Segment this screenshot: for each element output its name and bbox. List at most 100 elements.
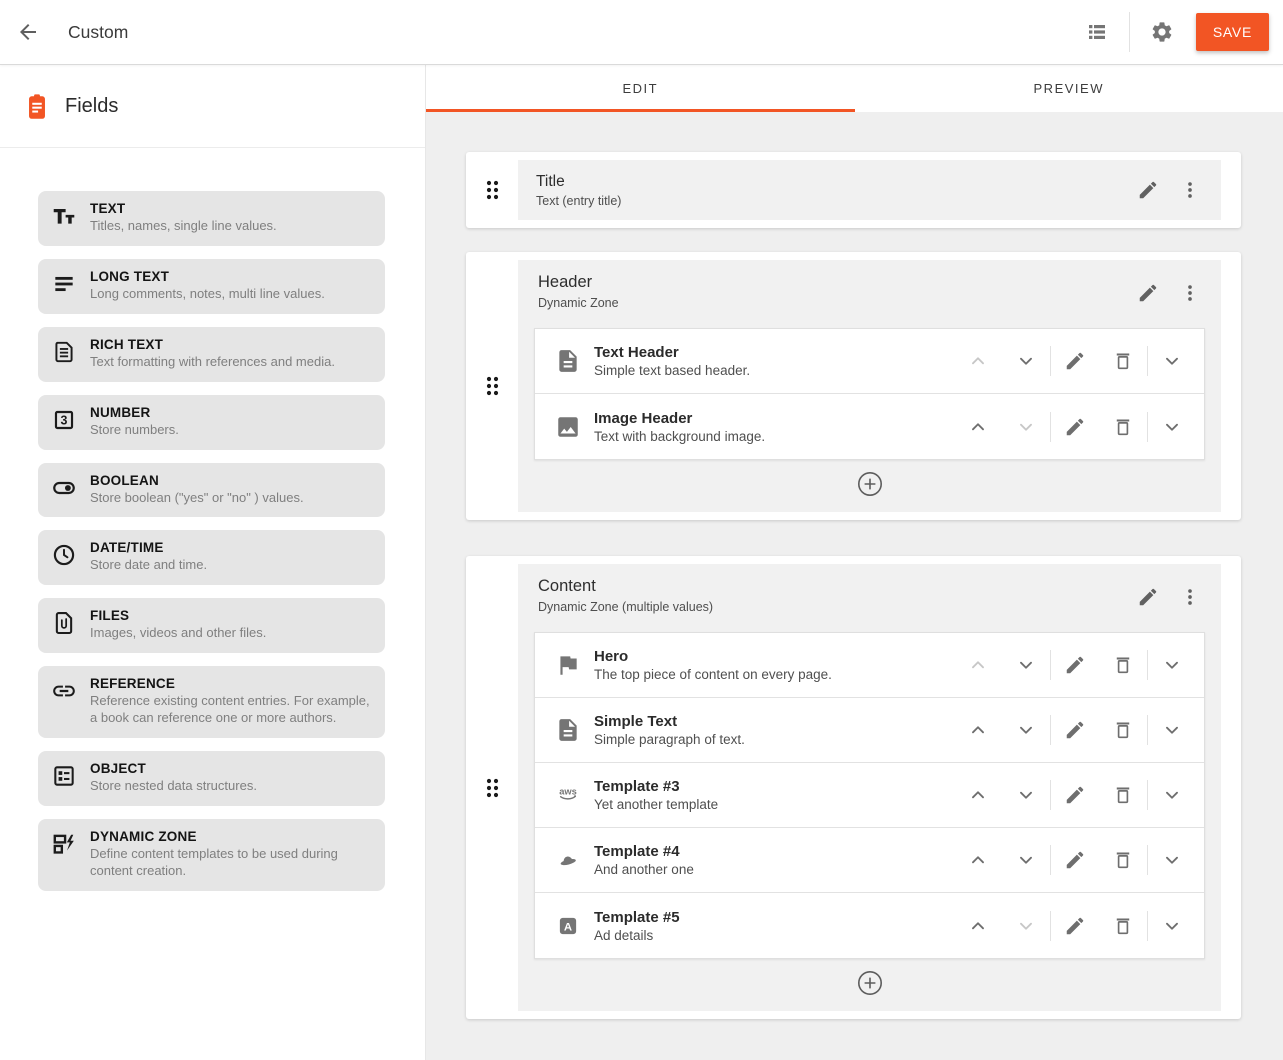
view-list-button[interactable] xyxy=(1077,12,1117,52)
move-up-button[interactable] xyxy=(954,902,1002,950)
tab-preview[interactable]: PREVIEW xyxy=(855,65,1283,112)
hat-icon xyxy=(555,847,581,873)
edit-template-button[interactable] xyxy=(1051,403,1099,451)
template-row: A Template #5 Ad details xyxy=(535,893,1204,958)
move-down-button[interactable] xyxy=(1002,771,1050,819)
object-icon xyxy=(51,763,77,789)
edit-template-button[interactable] xyxy=(1051,836,1099,884)
dynamic-zone-icon xyxy=(51,831,77,857)
model-editor: EDIT PREVIEW Title Text (entry title) xyxy=(426,65,1283,1060)
drag-handle[interactable] xyxy=(478,172,507,208)
move-up-button[interactable] xyxy=(954,771,1002,819)
edit-field-button[interactable] xyxy=(1127,273,1169,313)
field-type-name: DATE/TIME xyxy=(90,540,371,555)
expand-template-button[interactable] xyxy=(1148,706,1196,754)
field-menu-button[interactable] xyxy=(1169,577,1211,617)
svg-text:aws: aws xyxy=(559,786,577,796)
template-description: Text with background image. xyxy=(594,429,954,444)
field-type-card-dynamic-zone[interactable]: DYNAMIC ZONE Define content templates to… xyxy=(38,819,385,891)
field-type-description: Reference existing content entries. For … xyxy=(90,693,371,727)
move-down-button[interactable] xyxy=(1002,641,1050,689)
template-description: Simple text based header. xyxy=(594,363,954,378)
add-template-button[interactable] xyxy=(856,969,884,997)
expand-template-button[interactable] xyxy=(1148,836,1196,884)
clipboard-icon xyxy=(24,92,50,120)
edit-field-button[interactable] xyxy=(1127,170,1169,210)
field-type-description: Store date and time. xyxy=(90,557,371,574)
move-up-button[interactable] xyxy=(954,403,1002,451)
boolean-icon xyxy=(51,475,77,501)
drag-handle[interactable] xyxy=(478,770,507,806)
field-type-card-text[interactable]: TEXT Titles, names, single line values. xyxy=(38,191,385,246)
rich-text-icon xyxy=(51,339,77,365)
fields-sidebar-header: Fields xyxy=(0,65,425,148)
field-type-card-reference[interactable]: REFERENCE Reference existing content ent… xyxy=(38,666,385,738)
field-title: Header xyxy=(538,273,1127,292)
field-type-name: NUMBER xyxy=(90,405,371,420)
add-template-button[interactable] xyxy=(856,470,884,498)
move-down-button[interactable] xyxy=(1002,706,1050,754)
template-row: Image Header Text with background image. xyxy=(535,394,1204,459)
template-name: Template #4 xyxy=(594,843,954,860)
field-type-name: REFERENCE xyxy=(90,676,371,691)
field-type-card-files[interactable]: FILES Images, videos and other files. xyxy=(38,598,385,653)
delete-template-button[interactable] xyxy=(1099,403,1147,451)
field-type-list: TEXT Titles, names, single line values. … xyxy=(0,148,425,924)
field-type-description: Images, videos and other files. xyxy=(90,625,371,642)
text-icon xyxy=(51,203,77,229)
delete-template-button[interactable] xyxy=(1099,902,1147,950)
templates-panel: Hero The top piece of content on every p… xyxy=(534,632,1205,959)
edit-template-button[interactable] xyxy=(1051,771,1099,819)
field-type-card-rich-text[interactable]: RICH TEXT Text formatting with reference… xyxy=(38,327,385,382)
templates-panel: Text Header Simple text based header. xyxy=(534,328,1205,460)
long-text-icon xyxy=(51,271,77,297)
field-type-card-boolean[interactable]: BOOLEAN Store boolean ("yes" or "no" ) v… xyxy=(38,463,385,518)
move-up-button[interactable] xyxy=(954,836,1002,884)
reference-icon xyxy=(51,678,77,704)
template-name: Template #5 xyxy=(594,909,954,926)
delete-template-button[interactable] xyxy=(1099,836,1147,884)
move-up-button[interactable] xyxy=(954,641,1002,689)
view-list-icon xyxy=(1085,20,1109,44)
edit-template-button[interactable] xyxy=(1051,641,1099,689)
template-name: Image Header xyxy=(594,410,954,427)
edit-template-button[interactable] xyxy=(1051,902,1099,950)
expand-template-button[interactable] xyxy=(1148,403,1196,451)
back-button[interactable] xyxy=(8,12,48,52)
field-type-label: Dynamic Zone (multiple values) xyxy=(538,600,1127,614)
delete-template-button[interactable] xyxy=(1099,337,1147,385)
settings-button[interactable] xyxy=(1142,12,1182,52)
tab-edit[interactable]: EDIT xyxy=(426,65,855,112)
topbar-divider xyxy=(1129,12,1130,52)
aws-icon: aws xyxy=(555,782,581,808)
edit-template-button[interactable] xyxy=(1051,706,1099,754)
field-type-card-object[interactable]: OBJECT Store nested data structures. xyxy=(38,751,385,806)
field-type-card-long-text[interactable]: LONG TEXT Long comments, notes, multi li… xyxy=(38,259,385,314)
move-down-button[interactable] xyxy=(1002,337,1050,385)
delete-template-button[interactable] xyxy=(1099,641,1147,689)
delete-template-button[interactable] xyxy=(1099,706,1147,754)
edit-field-button[interactable] xyxy=(1127,577,1169,617)
field-type-name: LONG TEXT xyxy=(90,269,371,284)
drag-handle[interactable] xyxy=(478,368,507,404)
datetime-icon xyxy=(51,542,77,568)
template-row: Hero The top piece of content on every p… xyxy=(535,633,1204,698)
save-button[interactable]: SAVE xyxy=(1196,13,1269,51)
move-up-button[interactable] xyxy=(954,706,1002,754)
expand-template-button[interactable] xyxy=(1148,771,1196,819)
move-down-button[interactable] xyxy=(1002,403,1050,451)
expand-template-button[interactable] xyxy=(1148,902,1196,950)
edit-template-button[interactable] xyxy=(1051,337,1099,385)
field-type-card-date-time[interactable]: DATE/TIME Store date and time. xyxy=(38,530,385,585)
field-menu-button[interactable] xyxy=(1169,170,1211,210)
move-down-button[interactable] xyxy=(1002,902,1050,950)
template-name: Template #3 xyxy=(594,778,954,795)
field-type-description: Text formatting with references and medi… xyxy=(90,354,371,371)
expand-template-button[interactable] xyxy=(1148,337,1196,385)
move-up-button[interactable] xyxy=(954,337,1002,385)
field-menu-button[interactable] xyxy=(1169,273,1211,313)
expand-template-button[interactable] xyxy=(1148,641,1196,689)
move-down-button[interactable] xyxy=(1002,836,1050,884)
delete-template-button[interactable] xyxy=(1099,771,1147,819)
field-type-card-number[interactable]: 3 NUMBER Store numbers. xyxy=(38,395,385,450)
